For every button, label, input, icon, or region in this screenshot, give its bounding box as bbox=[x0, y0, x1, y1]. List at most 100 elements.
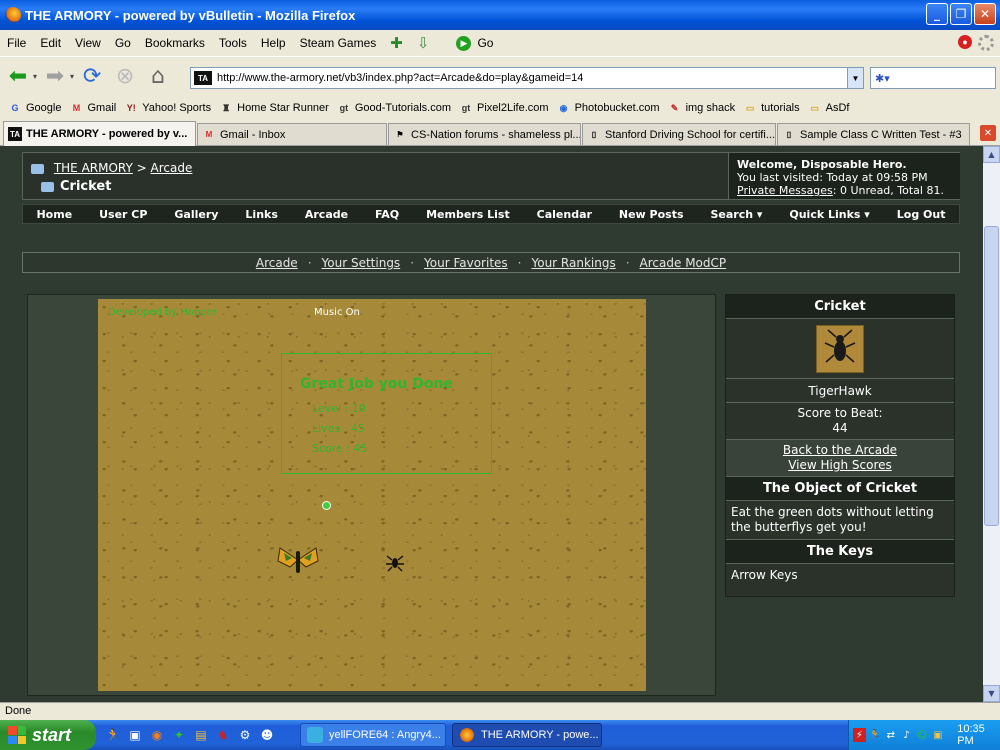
nav-home[interactable]: Home bbox=[36, 208, 72, 221]
scroll-up-icon[interactable]: ▲ bbox=[983, 146, 1000, 163]
page-scrollbar[interactable]: ▲ ▼ bbox=[983, 146, 1000, 702]
add-bookmark-icon[interactable]: ✚ bbox=[383, 34, 410, 52]
bookmark-photobucket-com[interactable]: ◉ Photobucket.com bbox=[557, 101, 660, 115]
nav-user-cp[interactable]: User CP bbox=[99, 208, 147, 221]
tab-cs-nation[interactable]: ⚑ CS-Nation forums - shameless pl... bbox=[388, 123, 581, 145]
search-engine-icon[interactable]: ✱▾ bbox=[875, 72, 890, 85]
game-quick-icon[interactable]: ♞ bbox=[214, 726, 232, 744]
taskbar-item-messenger[interactable]: yellFORE64 : Angry4... bbox=[300, 723, 446, 747]
scroll-down-icon[interactable]: ▼ bbox=[983, 685, 1000, 702]
reload-icon[interactable]: ⟳ bbox=[77, 62, 107, 92]
taskbar-item-label: yellFORE64 : Angry4... bbox=[329, 729, 441, 741]
page-title: Cricket bbox=[60, 179, 112, 194]
menu-steam-games[interactable]: Steam Games bbox=[293, 36, 384, 50]
download-icon[interactable]: ⇩ bbox=[410, 34, 437, 52]
menu-file[interactable]: File bbox=[0, 36, 33, 50]
back-arrow-icon[interactable]: ⬅ bbox=[3, 62, 33, 92]
nav-quick-links[interactable]: Quick Links ▾ bbox=[789, 208, 869, 221]
breadcrumb-site-link[interactable]: THE ARMORY bbox=[54, 161, 133, 175]
subnav-arcade[interactable]: Arcade bbox=[256, 256, 298, 270]
steam-icon[interactable]: ⚙ bbox=[236, 726, 254, 744]
tray-shield-icon[interactable]: ⚡ bbox=[853, 728, 866, 742]
bookmark-tutorials[interactable]: ▭ tutorials bbox=[743, 101, 800, 115]
tray-runner-icon[interactable]: 🏃 bbox=[869, 728, 882, 742]
back-to-arcade-link[interactable]: Back to the Arcade bbox=[783, 443, 897, 457]
tab-label: Sample Class C Written Test - #3 bbox=[800, 128, 962, 141]
green-dot bbox=[322, 501, 331, 510]
tab-class-c-test[interactable]: ▯ Sample Class C Written Test - #3 bbox=[777, 123, 970, 145]
address-bar[interactable]: TA http://www.the-armory.net/vb3/index.p… bbox=[190, 67, 864, 89]
scroll-thumb[interactable] bbox=[984, 226, 999, 526]
messenger-icon[interactable]: ✦ bbox=[170, 726, 188, 744]
bookmark-good-tutorials-com[interactable]: gt Good-Tutorials.com bbox=[337, 101, 451, 115]
nav-links[interactable]: Links bbox=[245, 208, 277, 221]
forward-arrow-icon[interactable]: ➡ bbox=[40, 62, 70, 92]
search-box[interactable]: ✱▾ bbox=[870, 67, 996, 89]
menu-help[interactable]: Help bbox=[254, 36, 293, 50]
bookmark-asdf[interactable]: ▭ AsDf bbox=[808, 101, 849, 115]
subnav-your-favorites[interactable]: Your Favorites bbox=[424, 256, 508, 270]
tab-stanford[interactable]: ▯ Stanford Driving School for certifi... bbox=[582, 123, 776, 145]
bookmark-google[interactable]: G Google bbox=[8, 101, 61, 115]
nav-log-out[interactable]: Log Out bbox=[897, 208, 946, 221]
start-button[interactable]: start bbox=[0, 720, 96, 750]
minimize-button[interactable]: _ bbox=[926, 3, 948, 25]
subnav-arcade-modcp[interactable]: Arcade ModCP bbox=[640, 256, 727, 270]
gmail-icon: M bbox=[205, 130, 213, 139]
bookmark-gmail[interactable]: M Gmail bbox=[69, 101, 116, 115]
nav-gallery[interactable]: Gallery bbox=[174, 208, 218, 221]
game-score: Score : 45 bbox=[312, 442, 368, 455]
tray-app-icon[interactable]: ▣ bbox=[932, 728, 945, 742]
nav-new-posts[interactable]: New Posts bbox=[619, 208, 684, 221]
game-canvas[interactable]: Developed by Hopper Music On Great Job y… bbox=[98, 299, 646, 691]
music-toggle[interactable]: Music On bbox=[314, 307, 360, 318]
stop-loading-icon[interactable]: ● bbox=[958, 35, 972, 49]
subnav-your-rankings[interactable]: Your Rankings bbox=[531, 256, 615, 270]
go-button[interactable]: ▶ Go bbox=[456, 35, 493, 51]
media-icon[interactable]: ▣ bbox=[126, 726, 144, 744]
taskbar-item-firefox[interactable]: THE ARMORY - powe... bbox=[452, 723, 602, 747]
bookmark-yahoo-sports[interactable]: Y! Yahoo! Sports bbox=[124, 101, 211, 115]
close-tab-icon[interactable]: ✕ bbox=[980, 125, 996, 141]
menu-bookmarks[interactable]: Bookmarks bbox=[138, 36, 212, 50]
tray-network-icon[interactable]: ⇄ bbox=[884, 728, 897, 742]
close-button[interactable]: ✕ bbox=[974, 3, 996, 25]
view-high-scores-link[interactable]: View High Scores bbox=[788, 458, 892, 472]
subnav-your-settings[interactable]: Your Settings bbox=[322, 256, 401, 270]
game-level: Level : 10 bbox=[312, 402, 366, 415]
object-title: The Object of Cricket bbox=[726, 477, 954, 501]
bookmark-label: Pixel2Life.com bbox=[477, 102, 549, 114]
forward-history-icon[interactable]: ▾ bbox=[70, 72, 74, 81]
nav-calendar[interactable]: Calendar bbox=[537, 208, 592, 221]
menu-view[interactable]: View bbox=[68, 36, 108, 50]
nav-arcade[interactable]: Arcade bbox=[305, 208, 348, 221]
stop-icon[interactable]: ⊗ bbox=[110, 62, 140, 92]
taskbar-item-label: THE ARMORY - powe... bbox=[481, 729, 599, 741]
nav-faq[interactable]: FAQ bbox=[375, 208, 399, 221]
bookmark-img-shack[interactable]: ✎ img shack bbox=[668, 101, 735, 115]
tray-speaker-icon[interactable]: ♪ bbox=[900, 728, 913, 742]
folder-quick-icon[interactable]: ▤ bbox=[192, 726, 210, 744]
tab-gmail[interactable]: M Gmail - Inbox bbox=[197, 123, 387, 145]
user-quick-icon[interactable]: ☻ bbox=[258, 726, 276, 744]
menu-edit[interactable]: Edit bbox=[33, 36, 68, 50]
breadcrumb-arcade-link[interactable]: Arcade bbox=[151, 161, 193, 175]
bookmark-pixel2life-com[interactable]: gt Pixel2Life.com bbox=[459, 101, 549, 115]
menu-tools[interactable]: Tools bbox=[212, 36, 254, 50]
nav-search[interactable]: Search ▾ bbox=[710, 208, 762, 221]
runner-icon[interactable]: 🏃 bbox=[104, 726, 122, 744]
maximize-button[interactable]: ❐ bbox=[950, 3, 972, 25]
nav-members-list[interactable]: Members List bbox=[426, 208, 510, 221]
address-text[interactable]: http://www.the-armory.net/vb3/index.php?… bbox=[217, 72, 583, 84]
menu-go[interactable]: Go bbox=[108, 36, 138, 50]
address-dropdown-icon[interactable]: ▼ bbox=[847, 68, 863, 88]
private-messages-link[interactable]: Private Messages bbox=[737, 184, 833, 197]
back-history-icon[interactable]: ▾ bbox=[33, 72, 37, 81]
bookmark-home-star-runner[interactable]: ♜ Home Star Runner bbox=[219, 101, 329, 115]
window-titlebar: THE ARMORY - powered by vBulletin - Mozi… bbox=[0, 0, 1000, 30]
tab-armory[interactable]: TA THE ARMORY - powered by v... bbox=[3, 121, 196, 146]
home-icon[interactable]: ⌂ bbox=[143, 62, 173, 92]
tray-messenger-icon[interactable]: ☺ bbox=[916, 728, 929, 742]
firefox-quick-icon[interactable]: ◉ bbox=[148, 726, 166, 744]
tab-strip: TA THE ARMORY - powered by v... M Gmail … bbox=[0, 120, 1000, 146]
